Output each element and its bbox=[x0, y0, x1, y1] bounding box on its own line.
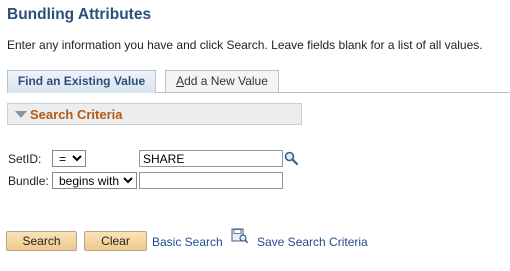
bundle-input[interactable] bbox=[139, 172, 283, 189]
page-title: Bundling Attributes bbox=[7, 6, 152, 23]
save-search-criteria-link[interactable]: Save Search Criteria bbox=[257, 235, 368, 249]
search-criteria-title: Search Criteria bbox=[30, 107, 123, 122]
tab-add-new-value-accesskey: A bbox=[176, 74, 185, 88]
setid-operator-select[interactable]: = bbox=[52, 150, 86, 167]
search-button[interactable]: Search bbox=[6, 231, 77, 251]
setid-label: SetID: bbox=[8, 152, 42, 166]
bundle-operator-select[interactable]: begins with bbox=[52, 172, 137, 189]
tab-find-existing-value-label: Find an Existing Value bbox=[17, 74, 146, 88]
clear-button[interactable]: Clear bbox=[84, 231, 147, 251]
collapse-triangle-icon[interactable] bbox=[15, 111, 27, 118]
lookup-magnifier-icon[interactable] bbox=[284, 151, 298, 165]
tab-bar: Find an Existing Value Add a New Value bbox=[7, 70, 510, 93]
save-search-icon[interactable] bbox=[231, 228, 248, 244]
tab-add-new-value[interactable]: Add a New Value bbox=[165, 70, 279, 92]
setid-input[interactable] bbox=[139, 150, 283, 167]
bundle-label: Bundle: bbox=[8, 174, 49, 188]
tab-find-existing-value[interactable]: Find an Existing Value bbox=[7, 70, 156, 93]
instructions-text: Enter any information you have and click… bbox=[7, 38, 483, 52]
search-criteria-header[interactable]: Search Criteria bbox=[7, 103, 302, 125]
tab-add-new-value-label: dd a New Value bbox=[184, 74, 268, 88]
basic-search-link[interactable]: Basic Search bbox=[152, 235, 223, 249]
